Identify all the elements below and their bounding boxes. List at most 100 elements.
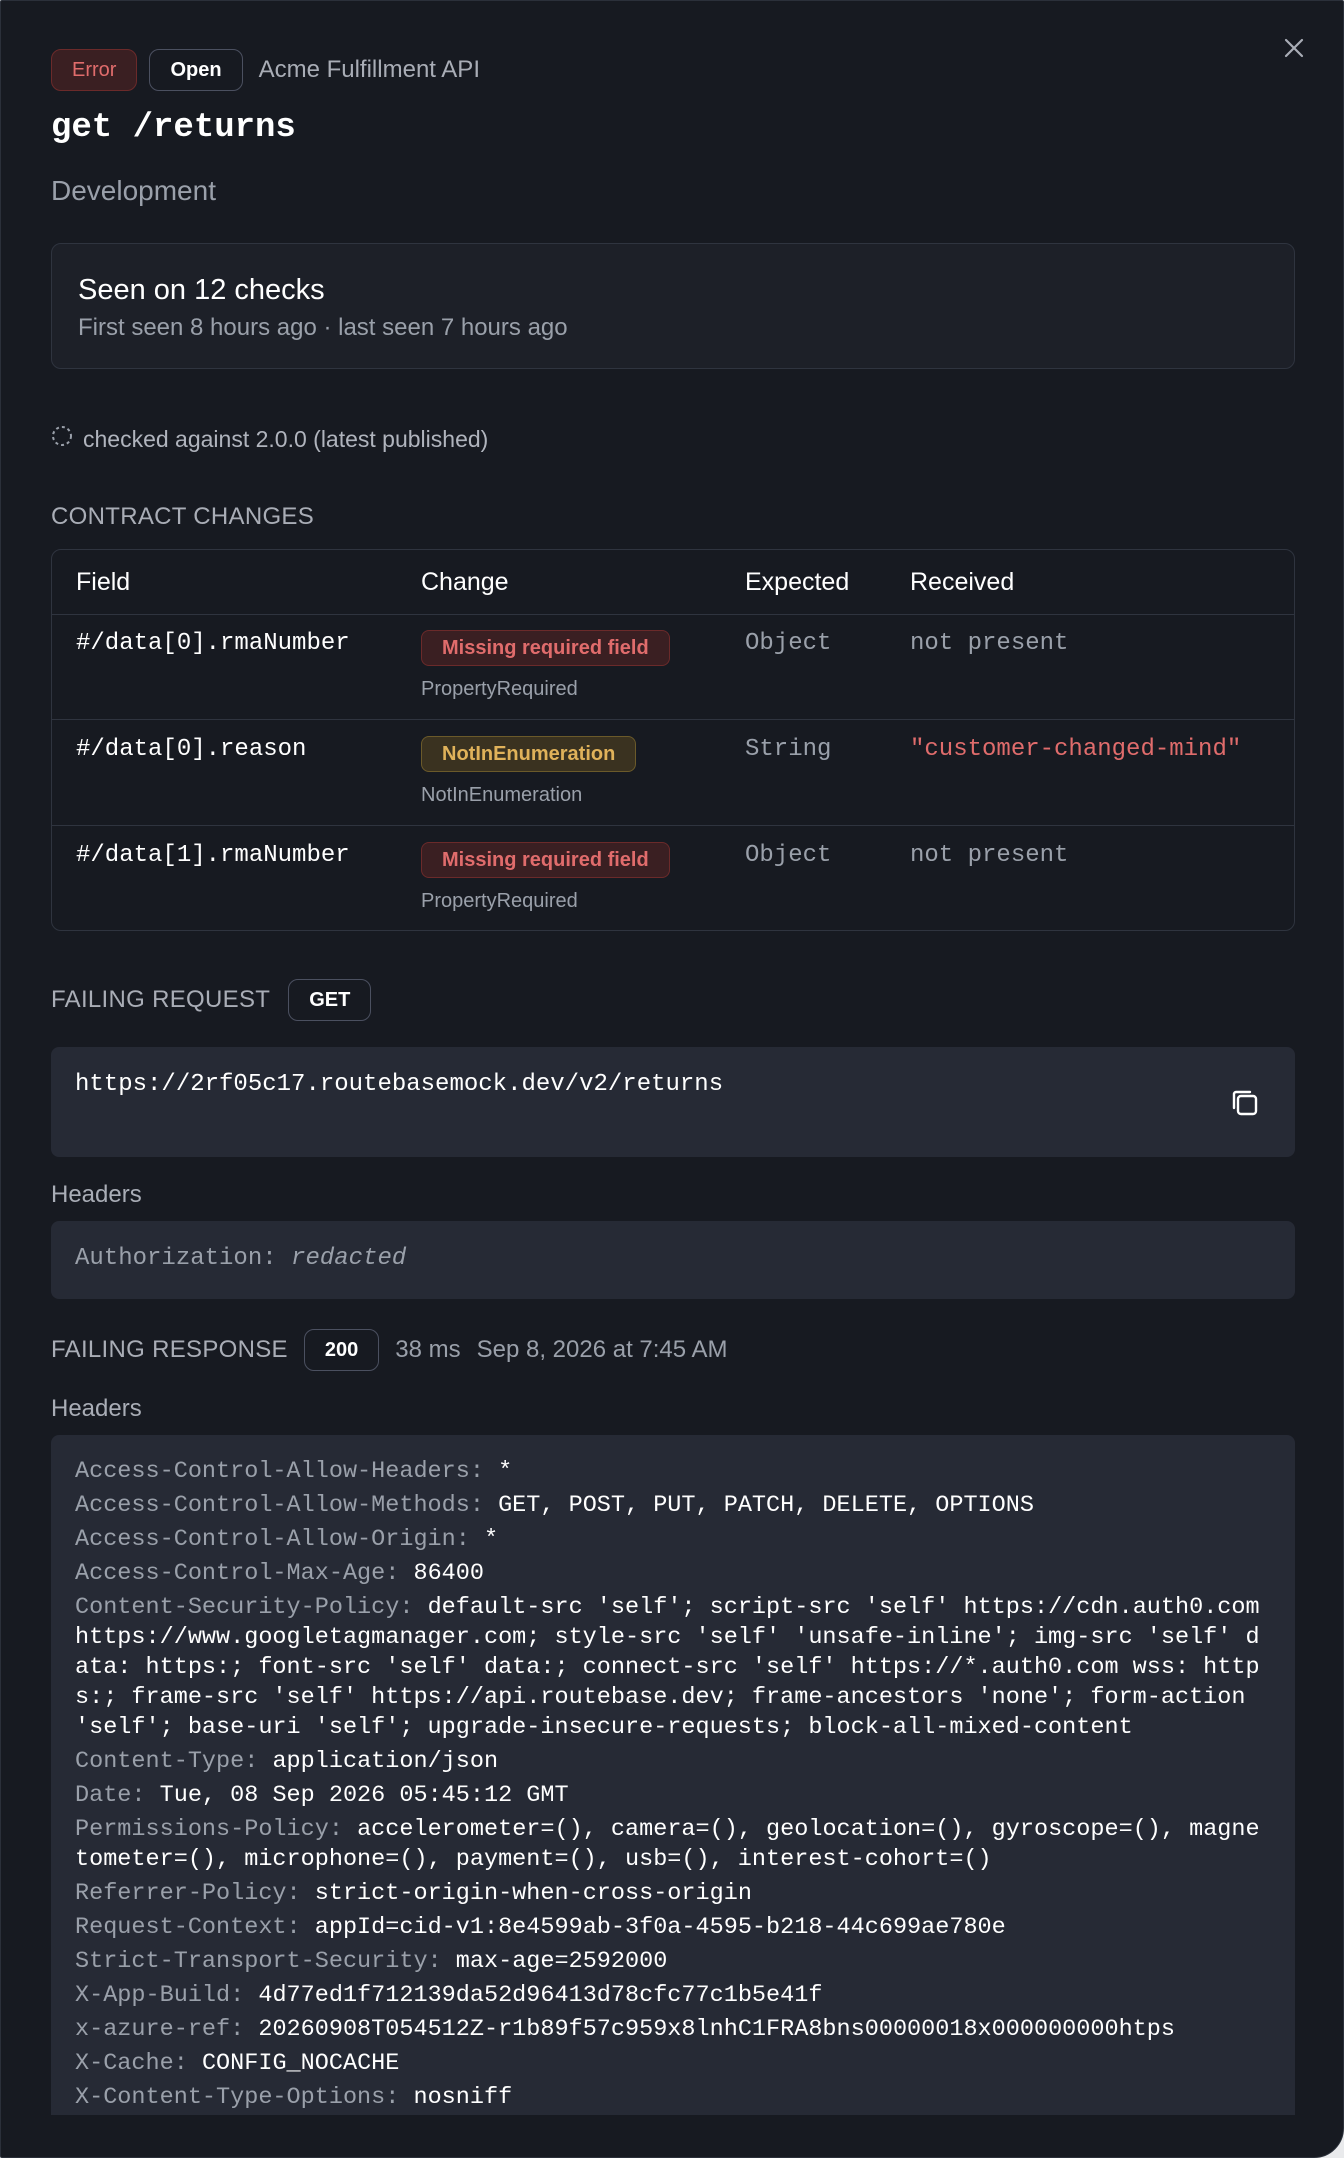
request-url[interactable]: https://2rf05c17.routebasemock.dev/v2/re… [75,1071,723,1098]
page-title: get /returns [51,109,296,147]
seen-summary-card: Seen on 12 checks First seen 8 hours ago… [51,243,1295,369]
response-header-line: Access-Control-Allow-Origin: * [75,1525,1271,1555]
column-header-field: Field [76,568,131,596]
failing-response-label: FAILING RESPONSE [51,1336,288,1363]
loading-circle-icon [51,425,73,453]
header-key: X-Cache: [75,2050,188,2077]
received-value: "customer-changed-mind" [910,736,1242,763]
column-header-expected: Expected [745,568,850,596]
header-key: X-App-Build: [75,1982,245,2009]
header-value: max-age=2592000 [455,1948,668,1975]
change-code: NotInEnumeration [421,784,583,806]
header-key: Content-Type: [75,1748,259,1775]
response-header-line: x-azure-ref: 20260908T054512Z-r1b89f57c9… [75,2015,1271,2045]
response-header-line: Access-Control-Allow-Headers: * [75,1457,1271,1487]
response-header-line: X-Content-Type-Options: nosniff [75,2083,1271,2113]
failing-response-header: FAILING RESPONSE 200 38 ms Sep 8, 2026 a… [51,1329,727,1371]
copy-icon[interactable] [1227,1085,1263,1121]
response-headers-label: Headers [51,1395,142,1422]
header-key: Permissions-Policy: [75,1816,343,1843]
response-headers-box[interactable]: Access-Control-Allow-Headers: * Access-Co… [51,1435,1295,2115]
header-key: Strict-Transport-Security: [75,1948,442,1975]
change-pill: Missing required field [421,842,670,878]
header-value: strict-origin-when-cross-origin [314,1880,752,1907]
response-header-line: Content-Security-Policy: default-src 'se… [75,1593,1271,1743]
response-header-line: X-App-Build: 4d77ed1f712139da52d96413d78… [75,1981,1271,2011]
response-header-line: Permissions-Policy: accelerometer=(), ca… [75,1815,1271,1875]
header-key: Content-Security-Policy: [75,1594,414,1621]
column-header-change: Change [421,568,509,596]
response-headers-list: Access-Control-Allow-Headers: * Access-Co… [75,1457,1271,2115]
header-value: application/json [272,1748,499,1775]
seen-subtitle: First seen 8 hours ago · last seen 7 hou… [78,314,568,341]
header-value: nosniff [413,2084,513,2111]
header-value: redacted [291,1245,407,1272]
checked-against-text: checked against 2.0.0 (latest published) [83,425,489,452]
status-badge[interactable]: Open [149,49,243,91]
table-row: #/data[1].rmaNumber Missing required fie… [52,826,1294,930]
table-row: #/data[0].reason NotInEnumeration NotInE… [52,720,1294,826]
header-key: Authorization: [75,1245,277,1272]
checked-against: checked against 2.0.0 (latest published) [51,425,488,453]
header-key: X-Content-Type-Options: [75,2084,400,2111]
response-header-line: Request-Context: appId=cid-v1:8e4599ab-3… [75,1913,1271,1943]
received-value: not present [910,630,1069,657]
response-duration: 38 ms [395,1336,461,1363]
expected-value: Object [745,842,832,869]
response-header-line: Date: Tue, 08 Sep 2026 05:45:12 GMT [75,1781,1271,1811]
environment-label: Development [51,175,216,206]
header-value: 86400 [413,1560,484,1587]
header-key: Date: [75,1782,146,1809]
response-header-line: Access-Control-Max-Age: 86400 [75,1559,1271,1589]
change-code: PropertyRequired [421,890,578,912]
error-badge: Error [51,49,138,91]
request-headers-label: Headers [51,1181,142,1208]
field-path: #/data[1].rmaNumber [76,842,350,869]
method-badge: GET [288,979,372,1021]
expected-value: Object [745,630,832,657]
change-code: PropertyRequired [421,678,578,700]
project-name[interactable]: Acme Fulfillment API [259,56,480,84]
failing-request-label: FAILING REQUEST [51,986,271,1013]
expected-value: String [745,736,832,763]
table-row: #/data[0].rmaNumber Missing required fie… [52,614,1294,720]
header-value: appId=cid-v1:8e4599ab-3f0a-4595-b218-44c… [314,1914,1006,1941]
header-key: Request-Context: [75,1914,301,1941]
header-value: GET, POST, PUT, PATCH, DELETE, OPTIONS [498,1492,1034,1519]
header-value: * [483,1526,499,1553]
response-header-line: Content-Type: application/json [75,1747,1271,1777]
contract-changes-label: CONTRACT CHANGES [51,503,315,530]
header-key: Access-Control-Allow-Headers: [75,1458,484,1485]
column-header-received: Received [910,568,1015,596]
request-url-box: https://2rf05c17.routebasemock.dev/v2/re… [51,1047,1295,1157]
seen-title: Seen on 12 checks [78,274,325,306]
header-value: Tue, 08 Sep 2026 05:45:12 GMT [159,1782,569,1809]
change-pill: Missing required field [421,630,670,666]
status-code-badge: 200 [303,1329,380,1371]
failing-request-header: FAILING REQUEST GET [51,979,372,1021]
issue-detail-panel: Error Open Acme Fulfillment API get /ret… [0,0,1344,2158]
table-header: Field Change Expected Received [52,550,1294,615]
change-pill: NotInEnumeration [421,736,637,772]
contract-changes-table: Field Change Expected Received #/data[0]… [51,549,1295,931]
response-header-line: Strict-Transport-Security: max-age=25920… [75,1947,1271,1977]
field-path: #/data[0].rmaNumber [76,630,350,657]
field-path: #/data[0].reason [76,736,307,763]
header-key: Access-Control-Allow-Origin: [75,1526,470,1553]
header-value: 4d77ed1f712139da52d96413d78cfc77c1b5e41f [258,1982,823,2009]
request-headers-box: Authorization: redacted [51,1221,1295,1299]
response-timestamp: Sep 8, 2026 at 7:45 AM [476,1336,728,1363]
response-header-line: Access-Control-Allow-Methods: GET, POST,… [75,1491,1271,1521]
header-key: Referrer-Policy: [75,1880,301,1907]
received-value: not present [910,842,1069,869]
header-badges: Error Open Acme Fulfillment API [51,49,480,91]
close-icon[interactable] [1279,33,1309,63]
header-key: Access-Control-Max-Age: [75,1560,400,1587]
response-header-line: X-Cache: CONFIG_NOCACHE [75,2049,1271,2079]
header-key: Access-Control-Allow-Methods: [75,1492,484,1519]
header-value: CONFIG_NOCACHE [201,2050,400,2077]
request-header-line: Authorization: redacted [75,1245,406,1272]
header-value: 20260908T054512Z-r1b89f57c959x8lnhC1FRA8… [258,2016,1175,2043]
response-header-line: Referrer-Policy: strict-origin-when-cros… [75,1879,1271,1909]
header-value: * [498,1458,513,1485]
